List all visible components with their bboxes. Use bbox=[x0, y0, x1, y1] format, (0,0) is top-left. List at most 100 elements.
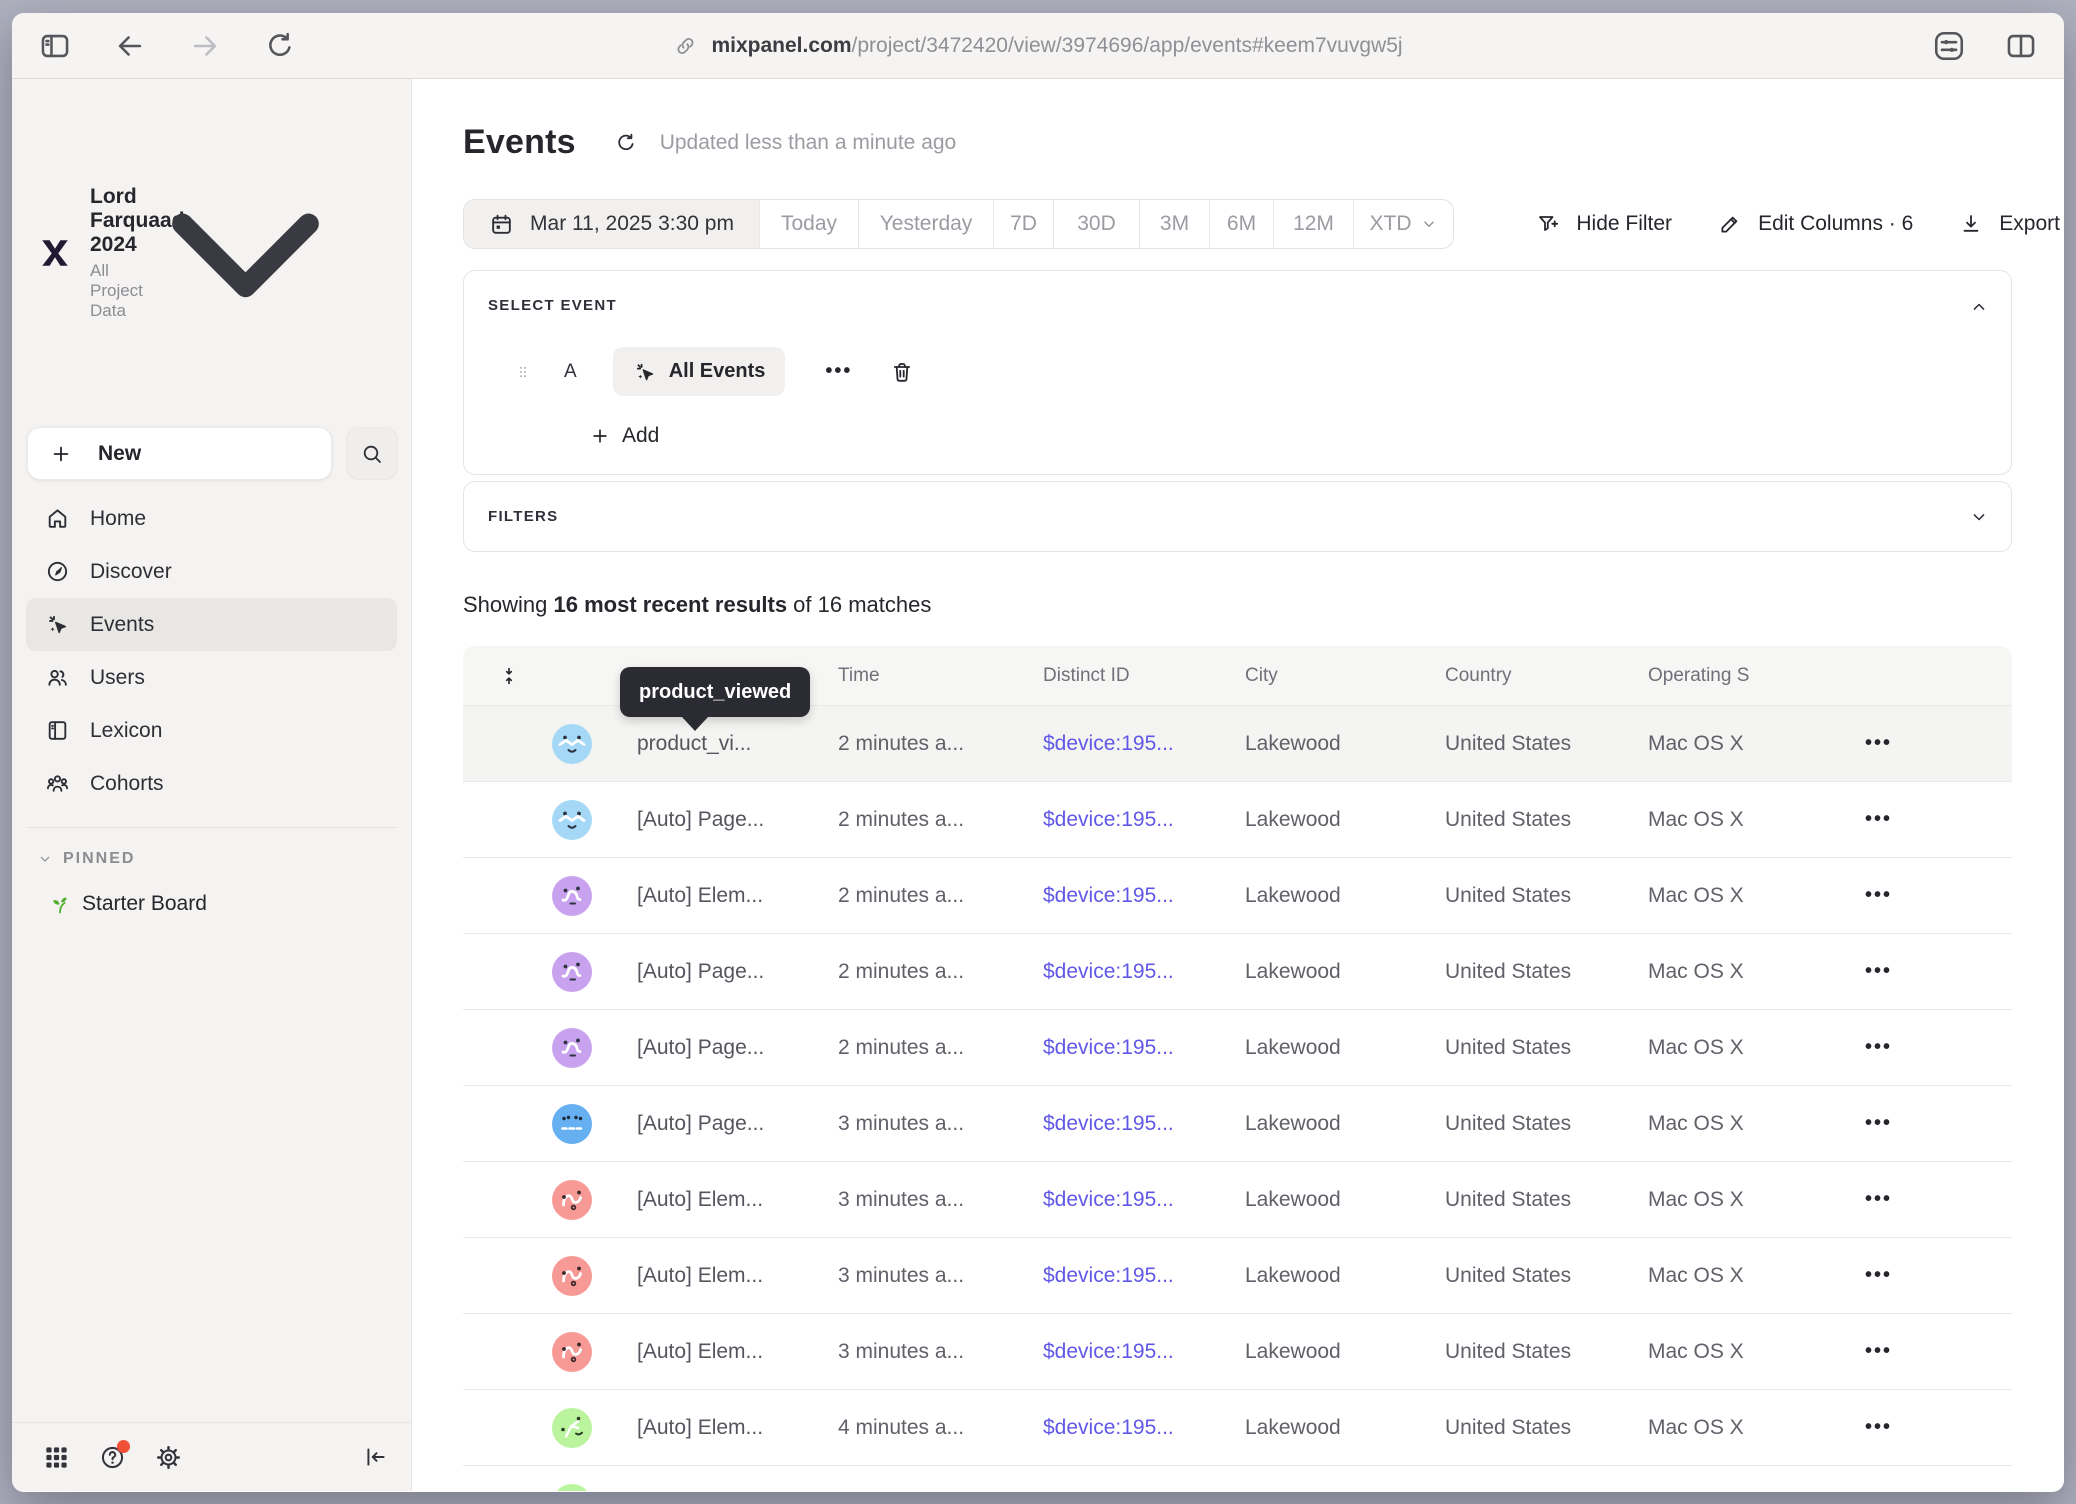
cell-event-name[interactable]: [Auto] Page... bbox=[637, 1036, 838, 1060]
date-picker-button[interactable]: Mar 11, 2025 3:30 pm bbox=[464, 200, 759, 248]
collapse-rows-icon[interactable] bbox=[499, 663, 519, 689]
column-header-city[interactable]: City bbox=[1245, 665, 1445, 687]
pinned-item-starter-board[interactable]: Starter Board bbox=[48, 892, 411, 916]
back-icon[interactable] bbox=[113, 29, 147, 63]
workspace-switcher[interactable]: Lord Farquaad 2024 All Project Data bbox=[12, 79, 411, 390]
cell-event-name[interactable]: [Auto] Elem... bbox=[637, 1340, 838, 1364]
row-menu-button[interactable]: ••• bbox=[1853, 884, 2012, 907]
split-view-icon[interactable] bbox=[2004, 29, 2038, 63]
expand-row-icon[interactable] bbox=[501, 811, 519, 829]
table-row[interactable] bbox=[463, 1465, 2012, 1491]
search-button[interactable] bbox=[346, 427, 398, 480]
event-selector-button[interactable]: All Events bbox=[613, 347, 786, 396]
cell-event-name[interactable]: [Auto] Elem... bbox=[637, 884, 838, 908]
date-preset-xtd[interactable]: XTD bbox=[1353, 200, 1453, 248]
table-row[interactable]: [Auto] Elem... 2 minutes a... $device:19… bbox=[463, 857, 2012, 933]
cell-distinct-id[interactable]: $device:195... bbox=[1043, 808, 1245, 832]
column-header-os[interactable]: Operating S bbox=[1648, 665, 1853, 687]
reload-icon[interactable] bbox=[263, 29, 297, 63]
cell-distinct-id[interactable]: $device:195... bbox=[1043, 1416, 1245, 1440]
date-preset-7d[interactable]: 7D bbox=[993, 200, 1053, 248]
apps-grid-icon[interactable] bbox=[43, 1444, 70, 1471]
cell-event-name[interactable]: [Auto] Page... bbox=[637, 1112, 838, 1136]
cell-event-name[interactable]: [Auto] Page... bbox=[637, 808, 838, 832]
sidebar-toggle-icon[interactable] bbox=[38, 29, 72, 63]
column-header-distinct-id[interactable]: Distinct ID bbox=[1043, 665, 1245, 687]
row-menu-button[interactable]: ••• bbox=[1853, 1188, 2012, 1211]
edit-columns-button[interactable]: Edit Columns · 6 bbox=[1718, 212, 1913, 236]
table-row[interactable]: [Auto] Page... 2 minutes a... $device:19… bbox=[463, 933, 2012, 1009]
expand-row-icon[interactable] bbox=[501, 1191, 519, 1209]
cell-distinct-id[interactable]: $device:195... bbox=[1043, 1264, 1245, 1288]
expand-row-icon[interactable] bbox=[501, 1115, 519, 1133]
cell-distinct-id[interactable]: $device:195... bbox=[1043, 1112, 1245, 1136]
cell-distinct-id[interactable]: $device:195... bbox=[1043, 960, 1245, 984]
date-preset-yesterday[interactable]: Yesterday bbox=[858, 200, 993, 248]
row-menu-button[interactable]: ••• bbox=[1853, 732, 2012, 755]
table-row[interactable]: [Auto] Elem... 3 minutes a... $device:19… bbox=[463, 1161, 2012, 1237]
export-button[interactable]: Export bbox=[1959, 212, 2060, 236]
chevron-up-icon[interactable] bbox=[1969, 297, 1989, 317]
row-menu-button[interactable]: ••• bbox=[1853, 808, 2012, 831]
new-button[interactable]: New bbox=[27, 427, 332, 480]
trash-icon[interactable] bbox=[890, 360, 914, 384]
table-row[interactable]: [Auto] Elem... 3 minutes a... $device:19… bbox=[463, 1313, 2012, 1389]
expand-row-icon[interactable] bbox=[501, 735, 519, 753]
collapse-sidebar-icon[interactable] bbox=[363, 1444, 389, 1470]
pinned-section-header[interactable]: PINNED bbox=[37, 850, 411, 868]
drag-handle-icon[interactable] bbox=[516, 361, 530, 383]
expand-row-icon[interactable] bbox=[501, 963, 519, 981]
expand-row-icon[interactable] bbox=[501, 1419, 519, 1437]
cell-event-name[interactable]: product_vi... bbox=[637, 732, 838, 756]
date-preset-30d[interactable]: 30D bbox=[1053, 200, 1139, 248]
row-menu-button[interactable]: ••• bbox=[1853, 1340, 2012, 1363]
row-menu-button[interactable]: ••• bbox=[1853, 960, 2012, 983]
event-avatar bbox=[552, 876, 592, 916]
sidebar-item-lexicon[interactable]: Lexicon bbox=[26, 704, 397, 757]
expand-row-icon[interactable] bbox=[501, 1267, 519, 1285]
sidebar-item-events[interactable]: Events bbox=[26, 598, 397, 651]
date-preset-3m[interactable]: 3M bbox=[1139, 200, 1209, 248]
cell-distinct-id[interactable]: $device:195... bbox=[1043, 1340, 1245, 1364]
row-menu-button[interactable]: ••• bbox=[1853, 1112, 2012, 1135]
row-menu-button[interactable]: ••• bbox=[1853, 1264, 2012, 1287]
chevron-down-icon[interactable] bbox=[1969, 507, 1989, 527]
row-menu-button[interactable]: ••• bbox=[1853, 1416, 2012, 1439]
table-row[interactable]: [Auto] Page... 2 minutes a... $device:19… bbox=[463, 1009, 2012, 1085]
table-row[interactable]: [Auto] Elem... 3 minutes a... $device:19… bbox=[463, 1237, 2012, 1313]
event-more-button[interactable]: ••• bbox=[825, 360, 852, 383]
sidebar-item-home[interactable]: Home bbox=[26, 492, 397, 545]
expand-row-icon[interactable] bbox=[501, 887, 519, 905]
cell-distinct-id[interactable]: $device:195... bbox=[1043, 884, 1245, 908]
table-row[interactable]: [Auto] Page... 2 minutes a... $device:19… bbox=[463, 781, 2012, 857]
add-event-button[interactable]: Add bbox=[590, 424, 1987, 448]
hide-filter-button[interactable]: Hide Filter bbox=[1536, 212, 1672, 236]
date-preset-6m[interactable]: 6M bbox=[1209, 200, 1273, 248]
settings-gear-icon[interactable] bbox=[155, 1444, 182, 1471]
help-icon[interactable] bbox=[99, 1444, 126, 1471]
cell-distinct-id[interactable]: $device:195... bbox=[1043, 1188, 1245, 1212]
cell-event-name[interactable]: [Auto] Elem... bbox=[637, 1188, 838, 1212]
sidebar-item-users[interactable]: Users bbox=[26, 651, 397, 704]
filters-panel[interactable]: FILTERS bbox=[463, 481, 2012, 552]
sidebar-item-discover[interactable]: Discover bbox=[26, 545, 397, 598]
page-settings-icon[interactable] bbox=[1932, 29, 1966, 63]
refresh-icon[interactable] bbox=[614, 131, 638, 155]
event-avatar bbox=[552, 724, 592, 764]
cell-event-name[interactable]: [Auto] Elem... bbox=[637, 1264, 838, 1288]
table-row[interactable]: [Auto] Elem... 4 minutes a... $device:19… bbox=[463, 1389, 2012, 1465]
cell-distinct-id[interactable]: $device:195... bbox=[1043, 1036, 1245, 1060]
address-bar[interactable]: mixpanel.com/project/3472420/view/397469… bbox=[673, 34, 1402, 58]
column-header-country[interactable]: Country bbox=[1445, 665, 1648, 687]
cell-event-name[interactable]: [Auto] Page... bbox=[637, 960, 838, 984]
row-menu-button[interactable]: ••• bbox=[1853, 1036, 2012, 1059]
date-preset-today[interactable]: Today bbox=[759, 200, 858, 248]
sidebar-item-cohorts[interactable]: Cohorts bbox=[26, 757, 397, 810]
cell-event-name[interactable]: [Auto] Elem... bbox=[637, 1416, 838, 1440]
expand-row-icon[interactable] bbox=[501, 1039, 519, 1057]
cell-distinct-id[interactable]: $device:195... bbox=[1043, 732, 1245, 756]
date-preset-12m[interactable]: 12M bbox=[1273, 200, 1353, 248]
table-row[interactable]: [Auto] Page... 3 minutes a... $device:19… bbox=[463, 1085, 2012, 1161]
expand-row-icon[interactable] bbox=[501, 1343, 519, 1361]
column-header-time[interactable]: Time bbox=[838, 665, 1043, 687]
